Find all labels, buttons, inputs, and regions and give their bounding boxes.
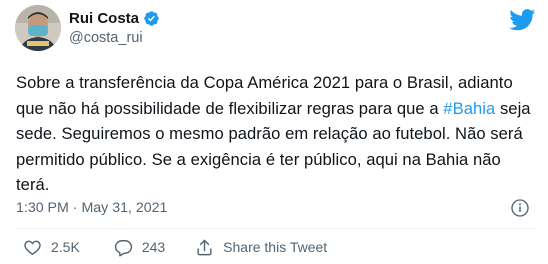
info-icon[interactable] [510,198,530,218]
display-name[interactable]: Rui Costa [69,10,139,27]
action-bar: 2.5K 243 Share this Tweet [16,236,327,258]
author-handle[interactable]: @costa_rui [69,30,143,46]
tweet-text-part: Sobre a transferência da Copa América 20… [16,73,513,118]
tweet-card: Rui Costa @costa_rui Sobre a transferênc… [0,0,548,264]
hashtag-link[interactable]: #Bahia [443,99,495,118]
avatar-image [15,5,61,51]
divider [16,228,536,229]
share-icon [197,239,212,255]
share-button[interactable]: Share this Tweet [195,238,327,257]
tweet-text: Sobre a transferência da Copa América 20… [16,70,536,198]
author-name-row[interactable]: Rui Costa [69,8,160,28]
reply-button[interactable]: 243 [114,238,165,257]
twitter-bird-icon[interactable] [509,9,536,31]
reply-count: 243 [141,239,166,255]
like-count: 2.5K [51,239,80,255]
verified-badge-icon [144,10,159,26]
tweet-timestamp[interactable]: 1:30 PM · May 31, 2021 [16,200,167,216]
share-label: Share this Tweet [223,239,328,255]
reply-bubble-icon [114,239,132,256]
avatar[interactable] [15,5,61,51]
heart-icon [24,240,41,255]
like-button[interactable]: 2.5K [23,238,80,257]
